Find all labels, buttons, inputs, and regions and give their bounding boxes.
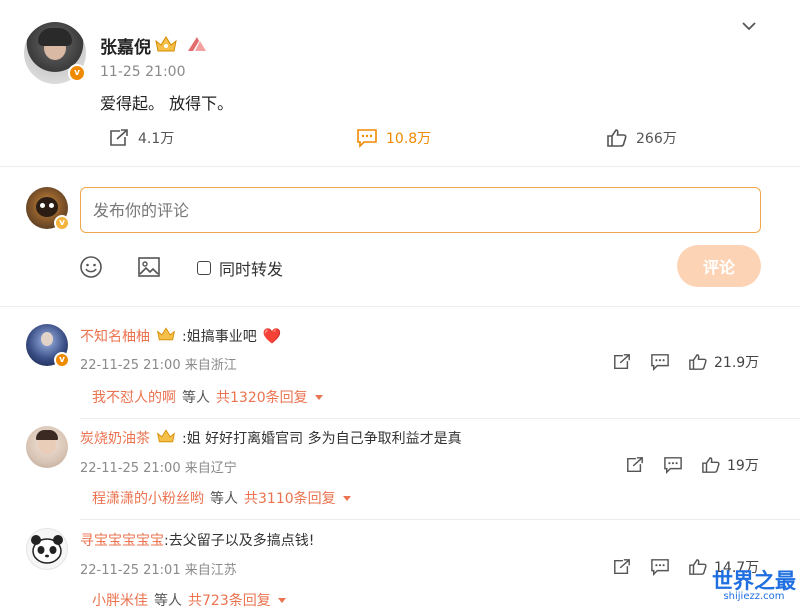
caret-down-icon[interactable] <box>314 393 324 401</box>
post-content: 爱得起。 放得下。 <box>100 94 234 113</box>
reply-user[interactable]: 小胖米佳 <box>92 590 148 610</box>
verified-badge-icon: v <box>68 64 86 82</box>
comment-input[interactable] <box>80 187 761 233</box>
comment-meta: 22-11-25 21:01 来自江苏 <box>80 563 237 578</box>
image-icon[interactable] <box>137 255 161 279</box>
caret-down-icon[interactable] <box>342 494 352 502</box>
comment-actions: 21.9万 <box>612 352 759 372</box>
repost-button[interactable]: 4.1万 <box>108 128 174 148</box>
comment-icon[interactable] <box>663 456 683 474</box>
user-vip-badge-icon: v <box>54 215 70 231</box>
reply-suffix: 等人 <box>182 390 210 406</box>
site-watermark: 世界之最 shijiezz.com <box>709 571 799 602</box>
composer-divider <box>0 306 800 307</box>
comment-author-name[interactable]: 不知名柚柚 <box>80 326 150 346</box>
heart-emoji: ❤️ <box>262 327 282 345</box>
comment-author-name[interactable]: 炭烧奶油茶 <box>80 428 150 448</box>
thumbs-up-icon <box>688 353 708 371</box>
cartoon-animal-icon <box>31 535 63 564</box>
reply-suffix: 等人 <box>210 491 238 507</box>
reply-user[interactable]: 我不怼人的啊 <box>92 387 176 407</box>
vip-crown-icon <box>154 35 178 57</box>
comment-actions: 19万 <box>625 455 759 475</box>
repost-toggle-label: 同时转发 <box>219 260 284 279</box>
comment-text: :姐搞事业吧 <box>182 329 257 345</box>
comment-avatar[interactable] <box>26 528 68 570</box>
comment-avatar[interactable] <box>26 426 68 468</box>
brand-badge-icon <box>186 35 208 57</box>
comment-like-button[interactable]: 19万 <box>701 455 759 475</box>
comment-meta: 22-11-25 21:00 来自辽宁 <box>80 461 237 476</box>
thumbs-up-icon <box>688 558 708 576</box>
watermark-title: 世界之最 <box>712 569 796 593</box>
caret-down-icon[interactable] <box>277 596 287 604</box>
comment-divider <box>80 418 800 419</box>
comment-icon <box>356 128 378 148</box>
share-icon[interactable] <box>612 558 632 576</box>
vip-crown-icon <box>156 326 176 346</box>
comment-divider <box>80 519 800 520</box>
thumbs-up-icon <box>701 456 721 474</box>
reply-count[interactable]: 共3110条回复 <box>244 488 336 508</box>
chevron-down-icon[interactable] <box>741 20 757 32</box>
comment-like-button[interactable]: 21.9万 <box>688 352 759 372</box>
emoji-icon[interactable] <box>79 255 103 279</box>
like-count: 266万 <box>636 131 677 147</box>
repost-checkbox[interactable] <box>197 261 211 275</box>
share-icon[interactable] <box>625 456 645 474</box>
share-icon[interactable] <box>612 353 632 371</box>
comment-button[interactable]: 10.8万 <box>356 128 431 148</box>
post-divider <box>0 166 800 167</box>
reply-summary[interactable]: 小胖米佳 等人 共723条回复 <box>92 590 287 610</box>
submit-comment-button[interactable]: 评论 <box>677 245 761 287</box>
thumbs-up-icon <box>606 128 628 148</box>
comment-icon[interactable] <box>650 353 670 371</box>
post-timestamp[interactable]: 11-25 21:00 <box>100 64 185 80</box>
reply-count[interactable]: 共723条回复 <box>188 590 271 610</box>
comment-like-count: 19万 <box>727 458 759 474</box>
post-author-name[interactable]: 张嘉倪 <box>100 33 151 58</box>
comment-verified-badge-icon: v <box>54 352 70 368</box>
comment-icon[interactable] <box>650 558 670 576</box>
comment-text: :姐 好好打离婚官司 多为自己争取利益才是真 <box>182 431 462 447</box>
vip-crown-icon <box>156 428 176 448</box>
comment-author-name[interactable]: 寻宝宝宝宝宝 <box>80 530 164 550</box>
reply-count[interactable]: 共1320条回复 <box>216 387 308 407</box>
reply-summary[interactable]: 我不怼人的啊 等人 共1320条回复 <box>92 387 324 407</box>
share-icon <box>108 128 130 148</box>
comment-like-count: 21.9万 <box>714 355 760 371</box>
comment-text: :去父留子以及多搞点钱! <box>164 533 315 549</box>
repost-toggle[interactable]: 同时转发 <box>197 256 283 280</box>
comment-count: 10.8万 <box>386 131 432 147</box>
like-button[interactable]: 266万 <box>606 128 677 148</box>
repost-count: 4.1万 <box>138 131 175 147</box>
watermark-url: shijiezz.com <box>723 591 785 602</box>
reply-suffix: 等人 <box>154 593 182 609</box>
comment-meta: 22-11-25 21:00 来自浙江 <box>80 358 237 373</box>
reply-user[interactable]: 程潇潇的小粉丝哟 <box>92 488 204 508</box>
reply-summary[interactable]: 程潇潇的小粉丝哟 等人 共3110条回复 <box>92 488 352 508</box>
